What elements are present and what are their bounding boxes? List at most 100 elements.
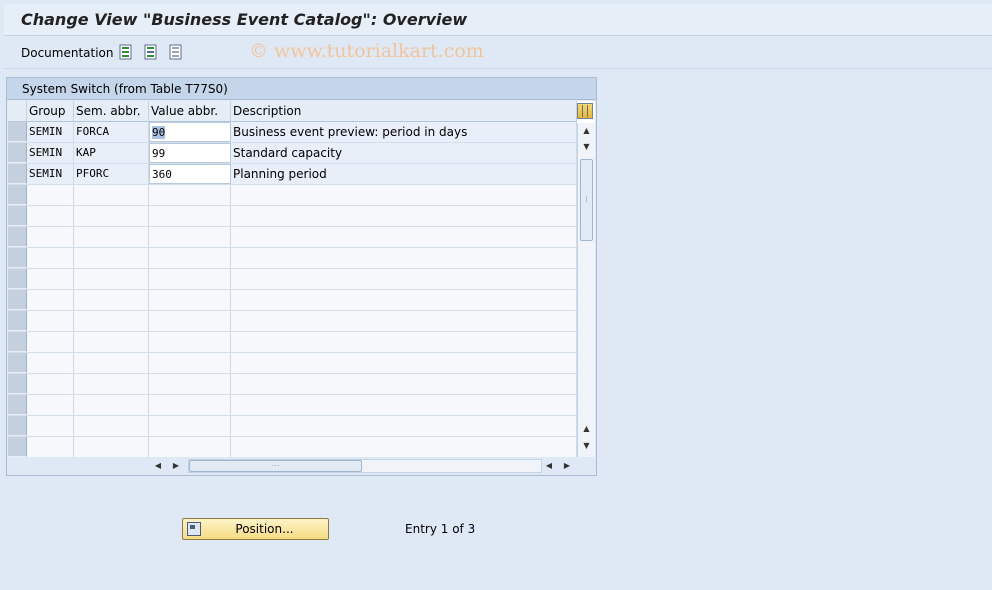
row-selector[interactable] xyxy=(8,143,27,163)
table-settings-icon[interactable] xyxy=(577,103,593,119)
horizontal-thumb[interactable]: ⋯ xyxy=(189,460,362,472)
column-header-description[interactable]: Description xyxy=(231,101,577,122)
empty-cell xyxy=(74,332,149,352)
application-toolbar: Documentation © www.tutorialkart.com xyxy=(4,37,992,69)
row-selector[interactable] xyxy=(8,122,27,142)
table-row: SEMIN PFORC 360 Planning period xyxy=(8,164,577,185)
row-selector[interactable] xyxy=(8,269,27,289)
scroll-right-icon[interactable]: ▶ xyxy=(169,458,183,474)
page-up-icon[interactable]: ▲ xyxy=(578,421,595,437)
empty-cell xyxy=(27,437,74,457)
empty-cell xyxy=(149,269,231,289)
page-down-icon[interactable]: ▼ xyxy=(578,139,595,155)
vertical-scrollbar[interactable]: ▲ ▼ ⁞ ▲ ▼ xyxy=(577,123,595,457)
empty-cell xyxy=(27,185,74,205)
deselect-all-icon[interactable] xyxy=(168,44,184,60)
empty-row xyxy=(8,416,577,437)
column-header-value-abbr[interactable]: Value abbr. xyxy=(149,101,231,122)
empty-cell xyxy=(231,395,577,415)
row-selector[interactable] xyxy=(8,416,27,436)
empty-cell xyxy=(27,332,74,352)
empty-cell xyxy=(27,248,74,268)
horizontal-track[interactable]: ⋯ xyxy=(188,459,542,473)
empty-cell xyxy=(149,311,231,331)
empty-cell xyxy=(231,332,577,352)
empty-cell xyxy=(27,311,74,331)
position-button-label: Position... xyxy=(235,522,294,536)
row-selector[interactable] xyxy=(8,164,27,184)
scroll-thumb[interactable]: ⁞ xyxy=(580,159,593,241)
empty-cell xyxy=(231,437,577,457)
empty-cell xyxy=(74,311,149,331)
select-all-icon[interactable] xyxy=(118,44,134,60)
row-selector[interactable] xyxy=(8,437,27,457)
empty-cell xyxy=(231,206,577,226)
empty-cell xyxy=(149,248,231,268)
empty-cell xyxy=(149,395,231,415)
empty-cell xyxy=(27,395,74,415)
row-selector[interactable] xyxy=(8,248,27,268)
empty-row xyxy=(8,332,577,353)
empty-row xyxy=(8,437,577,458)
cell-description: Business event preview: period in days xyxy=(231,122,577,142)
empty-row xyxy=(8,353,577,374)
cell-sem-abbr: KAP xyxy=(74,143,149,163)
scroll-left-end-icon[interactable]: ◀ xyxy=(542,458,556,474)
scroll-left-icon[interactable]: ◀ xyxy=(151,458,165,474)
row-selector[interactable] xyxy=(8,374,27,394)
empty-cell xyxy=(149,206,231,226)
empty-row xyxy=(8,395,577,416)
empty-cell xyxy=(231,290,577,310)
row-selector[interactable] xyxy=(8,227,27,247)
position-button[interactable]: Position... xyxy=(182,518,329,540)
value-abbr-input[interactable]: 99 xyxy=(149,143,231,163)
column-header-sem-abbr[interactable]: Sem. abbr. xyxy=(74,101,149,122)
panel-header: System Switch (from Table T77S0) xyxy=(7,78,596,100)
empty-cell xyxy=(231,374,577,394)
title-bar: Change View "Business Event Catalog": Ov… xyxy=(4,4,992,36)
empty-cell xyxy=(231,185,577,205)
scroll-down-icon[interactable]: ▼ xyxy=(578,438,595,454)
table-control: Group Sem. abbr. Value abbr. Description… xyxy=(8,101,595,458)
cell-sem-abbr: PFORC xyxy=(74,164,149,184)
empty-cell xyxy=(74,290,149,310)
row-selector[interactable] xyxy=(8,206,27,226)
cell-group: SEMIN xyxy=(27,143,74,163)
horizontal-scrollbar[interactable]: ◀ ▶ ⋯ ◀ ▶ xyxy=(8,457,595,475)
empty-cell xyxy=(27,269,74,289)
empty-row xyxy=(8,227,577,248)
watermark: © www.tutorialkart.com xyxy=(249,40,484,62)
documentation-button[interactable]: Documentation xyxy=(21,46,114,60)
row-selector[interactable] xyxy=(8,332,27,352)
empty-cell xyxy=(27,374,74,394)
empty-cell xyxy=(27,206,74,226)
empty-cell xyxy=(231,227,577,247)
empty-cell xyxy=(27,353,74,373)
row-selector[interactable] xyxy=(8,353,27,373)
panel-title: System Switch (from Table T77S0) xyxy=(22,82,228,96)
empty-cell xyxy=(149,332,231,352)
scroll-up-icon[interactable]: ▲ xyxy=(578,123,595,139)
empty-cell xyxy=(231,248,577,268)
empty-cell xyxy=(74,227,149,247)
empty-cell xyxy=(149,290,231,310)
entry-counter: Entry 1 of 3 xyxy=(405,522,476,536)
empty-row xyxy=(8,248,577,269)
row-selector[interactable] xyxy=(8,185,27,205)
row-selector[interactable] xyxy=(8,311,27,331)
value-abbr-input[interactable]: 360 xyxy=(149,164,231,184)
select-all-rows-button[interactable] xyxy=(8,101,27,122)
empty-cell xyxy=(231,353,577,373)
row-selector[interactable] xyxy=(8,395,27,415)
empty-cell xyxy=(231,416,577,436)
select-block-icon[interactable] xyxy=(143,44,159,60)
table-panel: System Switch (from Table T77S0) Group S… xyxy=(6,77,597,476)
empty-cell xyxy=(231,311,577,331)
value-abbr-input[interactable]: 90 xyxy=(149,122,231,142)
empty-cell xyxy=(27,416,74,436)
table-row: SEMIN FORCA 90 Business event preview: p… xyxy=(8,122,577,143)
column-header-group[interactable]: Group xyxy=(27,101,74,122)
scroll-right-end-icon[interactable]: ▶ xyxy=(560,458,574,474)
row-selector[interactable] xyxy=(8,290,27,310)
empty-cell xyxy=(74,416,149,436)
